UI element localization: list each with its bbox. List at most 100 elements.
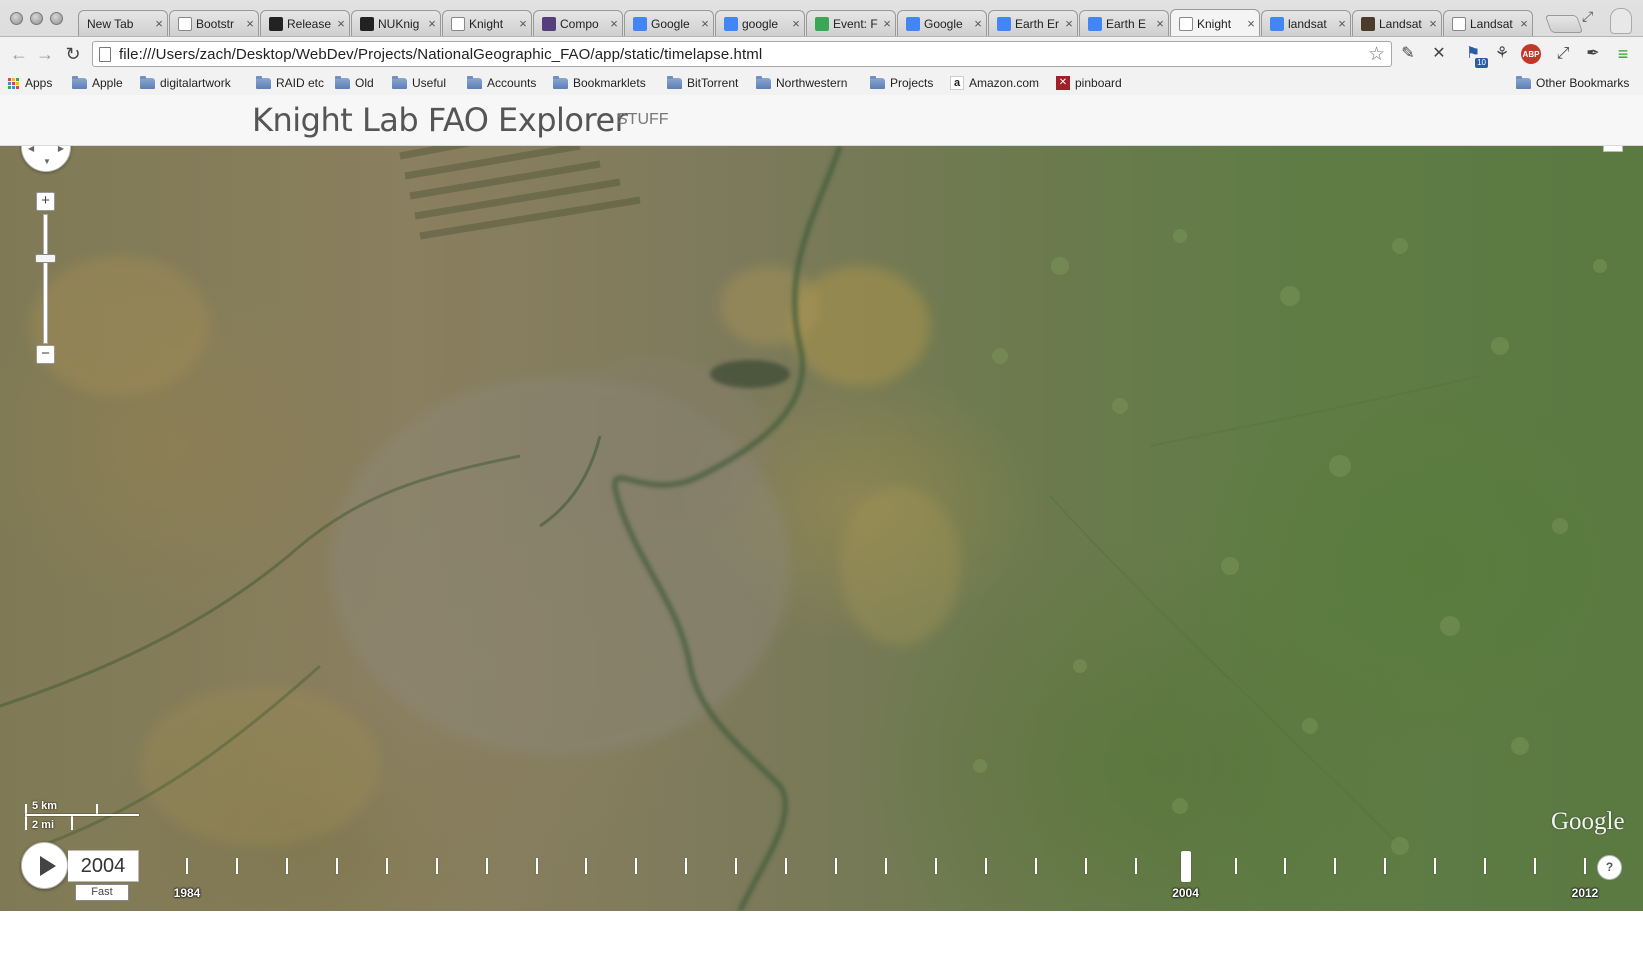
timeline-tick[interactable] (885, 858, 887, 874)
tab-close-icon[interactable]: × (1516, 16, 1532, 31)
bookmark-pinboard[interactable]: ✕ pinboard (1056, 74, 1122, 92)
tab-close-icon[interactable]: × (1061, 16, 1077, 31)
bookmark-apple[interactable]: Apple (72, 74, 123, 92)
tab-10[interactable]: Earth Er × (988, 10, 1078, 36)
timeline-current-handle[interactable] (1180, 851, 1191, 882)
reload-button[interactable]: ↻ (62, 43, 84, 65)
tab-13[interactable]: landsat × (1261, 10, 1351, 36)
timeline-tick[interactable] (835, 858, 838, 874)
minimize-window-button[interactable] (30, 12, 43, 25)
timeline-tick[interactable] (285, 858, 288, 874)
tab-7[interactable]: google × (715, 10, 805, 36)
zoom-out-button[interactable]: − (36, 345, 55, 364)
timeline-tick[interactable] (485, 858, 488, 874)
timeline-tick[interactable] (1084, 858, 1087, 874)
map-type-control[interactable] (1603, 146, 1623, 152)
bookmark-amazon-com[interactable]: a Amazon.com (950, 74, 1039, 92)
timeline-tick[interactable] (335, 858, 338, 874)
tab-close-icon[interactable]: × (333, 16, 349, 31)
timeline-tick[interactable] (685, 858, 688, 874)
zoom-slider-thumb[interactable] (35, 254, 56, 263)
stamp-icon[interactable]: ⚘ (1491, 43, 1513, 65)
timeline-tick[interactable] (635, 858, 638, 874)
profile-avatar[interactable] (1610, 8, 1632, 34)
tab-close-icon[interactable]: × (1243, 16, 1259, 31)
tab-close-icon[interactable]: × (515, 16, 531, 31)
zoom-window-button[interactable] (50, 12, 63, 25)
zoom-in-button[interactable]: + (36, 192, 55, 211)
bookmark-bookmarklets[interactable]: Bookmarklets (553, 74, 646, 92)
tab-0[interactable]: New Tab × (78, 10, 168, 36)
tab-close-icon[interactable]: × (1152, 16, 1168, 31)
timeline-tick[interactable] (186, 858, 188, 874)
tab-5[interactable]: Compo × (533, 10, 623, 36)
pan-right-icon[interactable]: ▶ (58, 146, 64, 153)
expand-icon[interactable]: ⤢ (1552, 43, 1574, 65)
eyedropper-icon[interactable]: ✒ (1582, 43, 1604, 65)
timeline-tick[interactable] (1484, 858, 1487, 874)
tab-4[interactable]: Knight × (442, 10, 532, 36)
tab-2[interactable]: Release × (260, 10, 350, 36)
close-window-button[interactable] (10, 12, 23, 25)
tab-15[interactable]: Landsat × (1443, 10, 1533, 36)
timeline-tick[interactable] (1234, 858, 1237, 874)
tab-3[interactable]: NUKnig × (351, 10, 441, 36)
timeline-tick[interactable] (984, 858, 987, 874)
timeline-tick[interactable] (535, 858, 538, 874)
adblock-icon[interactable]: ABP (1521, 44, 1541, 64)
bookmark-useful[interactable]: Useful (392, 74, 446, 92)
tab-9[interactable]: Google × (897, 10, 987, 36)
address-bar[interactable]: file:///Users/zach/Desktop/WebDev/Projec… (92, 41, 1392, 67)
tab-close-icon[interactable]: × (970, 16, 986, 31)
extension-badge-icon[interactable]: ⚑ 10 (1462, 43, 1488, 68)
tab-close-icon[interactable]: × (151, 16, 167, 31)
timeline-tick[interactable] (1284, 858, 1287, 874)
timeline-tick[interactable] (435, 858, 438, 874)
tab-close-icon[interactable]: × (1425, 16, 1441, 31)
bookmark-projects[interactable]: Projects (870, 74, 933, 92)
timeline-tick[interactable] (1584, 858, 1586, 874)
tab-14[interactable]: Landsat × (1352, 10, 1442, 36)
new-tab-button[interactable] (1544, 15, 1584, 33)
bookmark-accounts[interactable]: Accounts (467, 74, 536, 92)
tab-close-icon[interactable]: × (879, 16, 895, 31)
timeline-tick[interactable] (735, 858, 738, 874)
help-button[interactable]: ? (1597, 855, 1622, 880)
timeline-tick[interactable] (1434, 858, 1437, 874)
tab-8[interactable]: Event: F × (806, 10, 896, 36)
timeline-tick[interactable] (785, 858, 788, 874)
back-button[interactable]: ← (8, 43, 30, 65)
speed-button[interactable]: Fast (75, 884, 129, 901)
tab-close-icon[interactable]: × (424, 16, 440, 31)
forward-button[interactable]: → (34, 43, 56, 65)
timeline-tick[interactable] (385, 858, 388, 874)
other-bookmarks[interactable]: Other Bookmarks (1516, 74, 1629, 92)
pan-left-icon[interactable]: ◀ (28, 146, 34, 153)
tab-6[interactable]: Google × (624, 10, 714, 36)
fullscreen-icon[interactable]: ⤢ (1582, 8, 1593, 25)
tab-close-icon[interactable]: × (606, 16, 622, 31)
tab-close-icon[interactable]: × (788, 16, 804, 31)
tab-close-icon[interactable]: × (1334, 16, 1350, 31)
bookmark-digitalartwork[interactable]: digitalartwork (140, 74, 231, 92)
timeline-tick[interactable] (1384, 858, 1387, 874)
menu-icon[interactable]: ≡ (1612, 43, 1634, 65)
timeline-tick[interactable] (1034, 858, 1037, 874)
tab-close-icon[interactable]: × (242, 16, 258, 31)
timeline-tick[interactable] (1534, 858, 1537, 874)
tab-close-icon[interactable]: × (697, 16, 713, 31)
url-text[interactable]: file:///Users/zach/Desktop/WebDev/Projec… (119, 46, 762, 63)
tab-12[interactable]: Knight × (1170, 9, 1260, 37)
pan-down-icon[interactable]: ▼ (43, 157, 51, 166)
pin-icon[interactable]: ✕ (1428, 43, 1450, 65)
timeline-tick[interactable] (1134, 858, 1137, 874)
bookmark-bittorrent[interactable]: BitTorrent (667, 74, 738, 92)
bookmark-star-icon[interactable]: ☆ (1368, 43, 1385, 66)
tab-11[interactable]: Earth E × (1079, 10, 1169, 36)
timeline-tick[interactable] (934, 858, 937, 874)
play-button[interactable] (21, 842, 68, 889)
satellite-map[interactable]: ◀ ▶ ▼ (0, 146, 1643, 911)
timeline-tick[interactable] (585, 858, 588, 874)
bookmark-northwestern[interactable]: Northwestern (756, 74, 847, 92)
timeline-tick[interactable] (1334, 858, 1337, 874)
